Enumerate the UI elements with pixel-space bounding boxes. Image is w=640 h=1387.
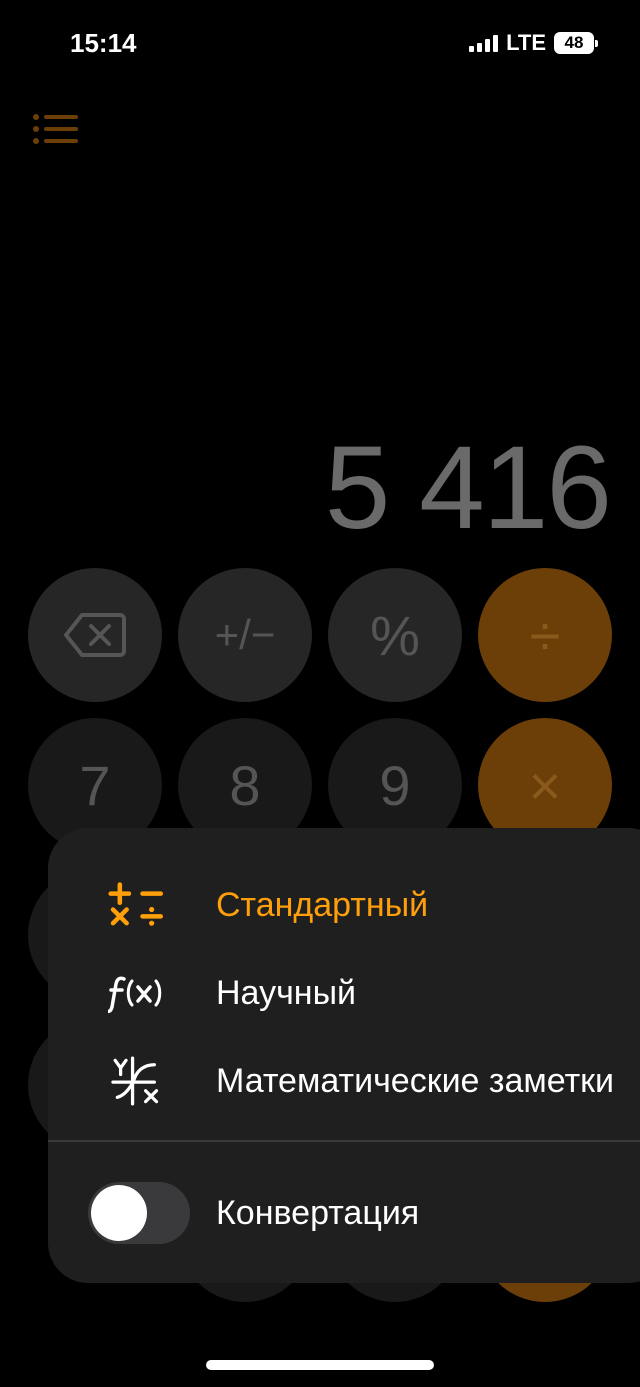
menu-item-label: Стандартный [216, 885, 429, 924]
status-time: 15:14 [70, 28, 137, 58]
conversion-label: Конвертация [216, 1194, 420, 1232]
battery-icon: 48 [554, 32, 598, 54]
status-indicators: LTE 48 [469, 30, 598, 56]
divide-button[interactable]: ÷ [478, 568, 612, 702]
network-label: LTE [506, 30, 546, 55]
menu-item-scientific[interactable]: Научный [108, 968, 356, 1018]
battery-level: 48 [564, 33, 584, 52]
toggle-knob [91, 1185, 147, 1241]
menu-item-label: Математические заметки [216, 1061, 615, 1100]
conversion-toggle[interactable] [88, 1182, 190, 1244]
list-menu-icon[interactable] [32, 112, 80, 152]
calculator-mode-menu: Стандартный Научный Математические замет… [48, 828, 640, 1283]
menu-item-label: Научный [216, 973, 357, 1012]
math-notes-icon [111, 1056, 159, 1106]
menu-divider [48, 1140, 640, 1142]
home-indicator[interactable] [206, 1360, 434, 1370]
menu-item-standard[interactable]: Стандартный [108, 880, 428, 930]
result-display: 5 416 [324, 422, 612, 554]
menu-item-math-notes[interactable]: Математические заметки [108, 1056, 614, 1106]
signal-icon [469, 34, 499, 52]
fx-icon [108, 976, 162, 1014]
standard-calculator-icon [108, 882, 164, 926]
backspace-button[interactable] [28, 568, 162, 702]
plus-minus-button[interactable]: +/− [178, 568, 312, 702]
backspace-icon [64, 613, 126, 657]
percent-button[interactable]: % [328, 568, 462, 702]
